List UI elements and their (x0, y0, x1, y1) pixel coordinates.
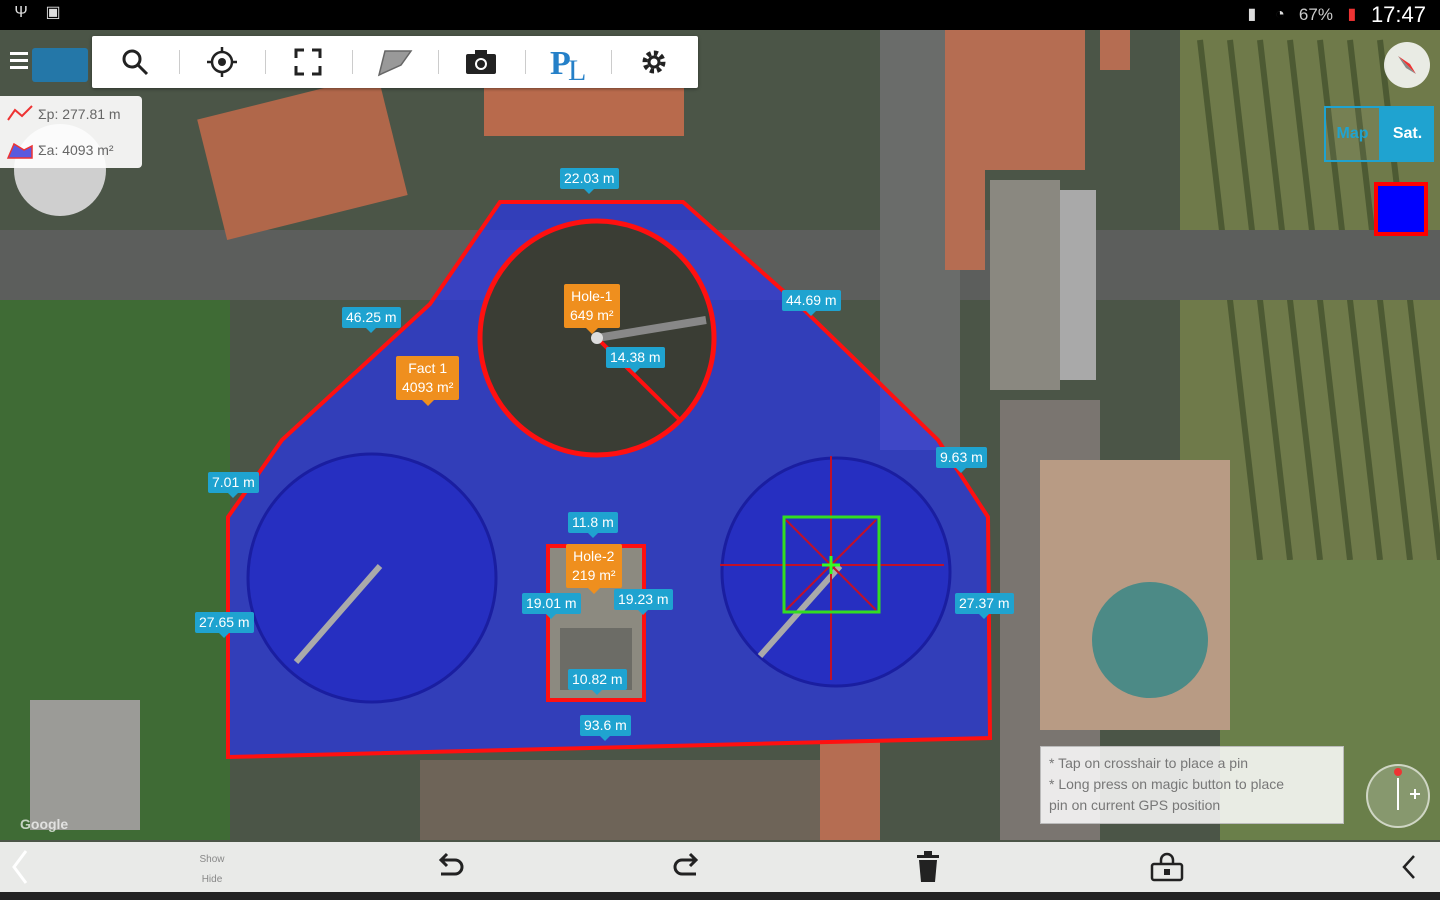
delete-button[interactable] (903, 842, 953, 892)
svg-text:L: L (568, 54, 586, 82)
fact-1-name: Fact 1 (408, 360, 448, 376)
battery-percent: 67% (1298, 5, 1333, 24)
trash-icon (917, 851, 939, 882)
screenshot-icon: ▣ (45, 4, 61, 21)
hint-box: * Tap on crosshair to place a pin * Long… (1040, 746, 1344, 824)
hole-2-area: 219 m² (572, 567, 616, 583)
app-menu-logo[interactable] (4, 40, 90, 86)
show-hide-toggle[interactable]: Show Hide (192, 850, 232, 890)
pl-button[interactable]: PL (524, 36, 612, 88)
segment-length-label[interactable]: 27.37 m (955, 593, 1014, 619)
settings-button[interactable] (611, 36, 698, 88)
top-toolbar: PL (92, 36, 698, 88)
pin-plus-icon (1394, 768, 1420, 810)
segment-length-label[interactable]: 44.69 m (782, 290, 841, 316)
segment-length-label[interactable]: 11.8 m (568, 512, 618, 538)
search-button[interactable] (92, 36, 179, 88)
lock-icon (1150, 852, 1184, 882)
pl-logo: PL (550, 45, 586, 82)
polygon-button[interactable] (351, 36, 439, 88)
totals-panel: Σp: 277.81 m Σa: 4093 m² (0, 96, 142, 168)
segment-length-label[interactable]: 22.03 m (560, 168, 619, 194)
compass-icon (1398, 56, 1416, 74)
google-attribution: Google (20, 816, 69, 832)
locate-icon (206, 47, 237, 77)
hole-1-tag[interactable]: Hole-1 649 m² (564, 284, 620, 334)
hole-1-name: Hole-1 (571, 288, 613, 304)
perimeter-icon (6, 104, 34, 124)
segment-length-label[interactable]: 46.25 m (342, 307, 401, 333)
segment-length-label[interactable]: 19.01 m (522, 593, 581, 619)
segment-length-label[interactable]: 27.65 m (195, 612, 254, 638)
status-bar: Ψ ▣ ▮ ◔ 67% ▮ 17:47 (0, 0, 1440, 30)
radius-length-label[interactable]: 14.38 m (606, 347, 665, 373)
search-icon (122, 49, 149, 76)
undo-button[interactable] (425, 842, 475, 892)
segment-length-label[interactable]: 9.63 m (936, 447, 987, 473)
hole-2-tag[interactable]: Hole-2 219 m² (566, 544, 622, 594)
wifi-icon: ◔ (1275, 6, 1285, 23)
map-mode-button[interactable]: Map (1324, 106, 1381, 162)
hole-2-name: Hole-2 (573, 548, 615, 564)
fullscreen-icon (294, 48, 322, 76)
usb-icon: Ψ (14, 4, 28, 21)
signal-icon: ▮ (1247, 6, 1257, 23)
hint-line: pin on current GPS position (1049, 797, 1221, 813)
chevron-left-icon (12, 850, 28, 884)
area-icon (6, 140, 34, 160)
map-type-toggle: Map Sat. (1324, 106, 1434, 162)
redo-button[interactable] (662, 842, 712, 892)
fact-1-area: 4093 m² (402, 379, 454, 395)
total-perimeter: Σp: 277.81 m (38, 106, 121, 122)
segment-length-label[interactable]: 93.6 m (580, 715, 631, 741)
fact-1-tag[interactable]: Fact 1 4093 m² (396, 356, 460, 406)
hole-1-area: 649 m² (570, 307, 614, 323)
locate-button[interactable] (178, 36, 266, 88)
show-label: Show (199, 854, 225, 865)
camera-icon (466, 50, 497, 74)
fullscreen-button[interactable] (265, 36, 352, 88)
lock-button[interactable] (1140, 842, 1194, 892)
polygon-icon (377, 50, 413, 77)
fill-color-picker[interactable] (1374, 182, 1428, 236)
battery-icon: ▮ (1347, 6, 1357, 23)
total-area: Σa: 4093 m² (38, 142, 114, 158)
hint-line: * Long press on magic button to place (1049, 776, 1285, 792)
segment-length-label[interactable]: 7.01 m (208, 472, 259, 498)
undo-icon (438, 852, 464, 876)
collapse-button[interactable] (1390, 842, 1430, 892)
compass-button[interactable] (1384, 42, 1430, 88)
navigation-bar (0, 892, 1440, 900)
redo-icon (673, 852, 699, 876)
hide-label: Hide (201, 874, 223, 885)
hint-line: * Tap on crosshair to place a pin (1049, 755, 1248, 771)
segment-length-label[interactable]: 19.23 m (614, 589, 673, 615)
satellite-mode-button[interactable]: Sat. (1381, 106, 1434, 162)
left-edge-button[interactable] (0, 842, 40, 892)
camera-button[interactable] (438, 36, 525, 88)
gear-icon (642, 50, 666, 74)
chevron-left-icon (1402, 855, 1415, 879)
segment-length-label[interactable]: 10.82 m (568, 669, 627, 695)
clock: 17:47 (1370, 2, 1426, 27)
magic-pin-button[interactable] (1366, 764, 1430, 828)
